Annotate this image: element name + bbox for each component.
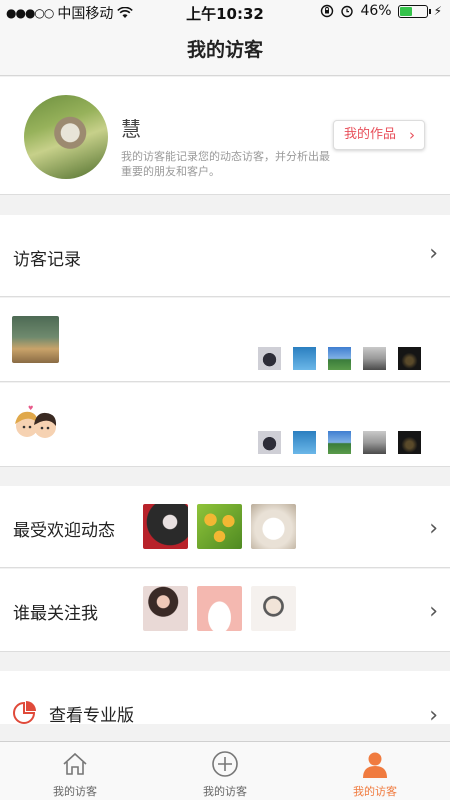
chevron-right-icon: ›	[429, 599, 438, 624]
follower-avatar[interactable]	[197, 586, 242, 631]
visitor-list-item[interactable]: ♥	[0, 383, 450, 467]
visitor-avatar-landscape[interactable]	[328, 431, 351, 454]
top-followers-row[interactable]: 谁最关注我 ›	[0, 569, 450, 652]
chevron-right-icon: ›	[429, 516, 438, 541]
status-bar: ●●●○○ 中国移动 上午10:32 46% ⚡	[0, 0, 450, 24]
cartoon-couple-thumbnail[interactable]: ♥	[12, 400, 60, 448]
profile-name: 慧	[121, 117, 141, 141]
tab-visitors-add[interactable]: 我的访客	[150, 742, 300, 800]
follower-avatar[interactable]	[251, 586, 296, 631]
visitor-avatar-sky[interactable]	[293, 347, 316, 370]
visitor-avatar-cat[interactable]	[258, 431, 281, 454]
visitor-records-row[interactable]: 访客记录 ›	[0, 215, 450, 297]
most-popular-title: 最受欢迎动态	[13, 521, 115, 541]
avatar[interactable]	[24, 95, 108, 179]
visitor-records-title: 访客记录	[13, 250, 81, 270]
most-popular-row[interactable]: 最受欢迎动态 ›	[0, 486, 450, 568]
alarm-icon	[341, 5, 354, 18]
visitor-avatar-dark[interactable]	[398, 347, 421, 370]
visitor-avatar-landscape[interactable]	[328, 347, 351, 370]
visitor-avatar-road[interactable]	[363, 431, 386, 454]
person-icon	[363, 752, 387, 778]
my-works-button[interactable]: 我的作品 ›	[333, 120, 425, 150]
battery-icon	[397, 4, 431, 18]
popular-post-thumbnail[interactable]	[251, 504, 296, 549]
visitor-avatar-cat[interactable]	[258, 347, 281, 370]
tab-visitors-home[interactable]: 我的访客	[0, 742, 150, 800]
forest-photo-thumbnail[interactable]	[12, 316, 59, 363]
visitor-avatar-sky[interactable]	[293, 431, 316, 454]
visitor-avatar-dark[interactable]	[398, 431, 421, 454]
rotation-lock-icon	[321, 4, 334, 18]
chevron-right-icon: ›	[409, 126, 415, 144]
profile-description: 我的访客能记录您的动态访客，并分析出最重要的朋友和客户。	[121, 150, 330, 178]
visitor-list-item[interactable]	[0, 298, 450, 382]
charging-icon: ⚡	[433, 4, 442, 18]
popular-post-thumbnail[interactable]	[197, 504, 242, 549]
battery-fill	[399, 6, 412, 16]
page-title: 我的访客	[0, 24, 450, 76]
pie-chart-icon	[13, 701, 36, 724]
svg-text:♥: ♥	[28, 405, 33, 412]
top-followers-title: 谁最关注我	[13, 604, 98, 624]
visitor-avatar-road[interactable]	[363, 347, 386, 370]
home-icon	[63, 752, 87, 775]
pro-version-row[interactable]: 查看专业版 ›	[0, 671, 450, 728]
my-works-label: 我的作品	[344, 127, 397, 142]
tab-label: 我的访客	[203, 785, 247, 798]
chevron-right-icon: ›	[429, 703, 438, 728]
tab-label: 我的访客	[353, 785, 397, 798]
chevron-right-icon: ›	[429, 241, 438, 266]
tab-bar: 我的访客 我的访客 我的访客	[0, 741, 450, 800]
battery-percent: 46%	[360, 3, 392, 19]
status-right: 46% ⚡	[320, 3, 442, 19]
popular-post-thumbnail[interactable]	[143, 504, 188, 549]
cartoon-couple-icon: ♥	[15, 405, 57, 438]
profile-card: 慧 我的访客能记录您的动态访客，并分析出最重要的朋友和客户。 我的作品 ›	[0, 77, 450, 195]
follower-avatar[interactable]	[143, 586, 188, 631]
tab-visitors-active[interactable]: 我的访客	[300, 742, 450, 800]
tab-label: 我的访客	[53, 785, 97, 798]
pro-version-title: 查看专业版	[49, 706, 134, 726]
plus-circle-icon	[212, 751, 238, 777]
